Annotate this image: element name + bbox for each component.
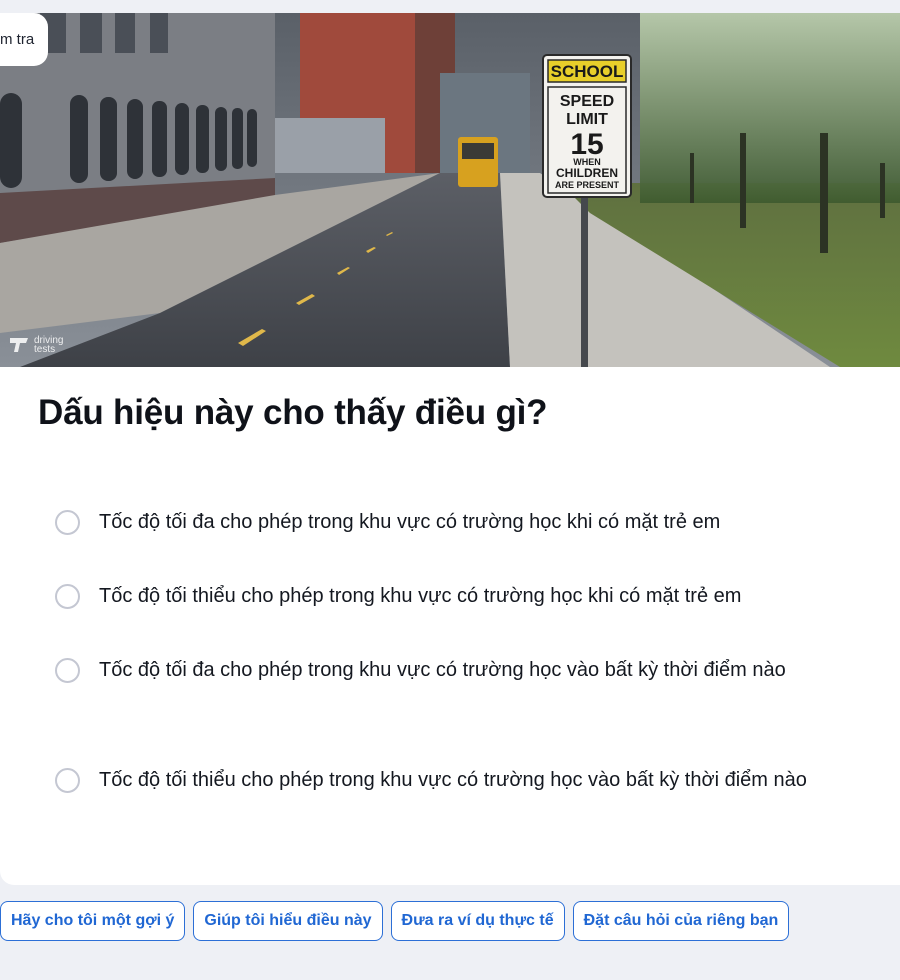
watermark-logo: driving tests xyxy=(8,335,63,355)
radio-button[interactable] xyxy=(55,509,80,535)
answer-option-1[interactable]: Tốc độ tối đa cho phép trong khu vực có … xyxy=(55,504,835,540)
sign-speed-text: SPEED xyxy=(560,93,614,110)
answer-option-label: Tốc độ tối đa cho phép trong khu vực có … xyxy=(99,659,786,681)
assistant-actions: Hãy cho tôi một gợi ý Giúp tôi hiểu điều… xyxy=(0,901,790,941)
sign-children-text: CHILDREN xyxy=(556,166,618,180)
explain-button[interactable]: Giúp tôi hiểu điều này xyxy=(193,901,383,941)
answer-option-4[interactable]: Tốc độ tối thiểu cho phép trong khu vực … xyxy=(55,762,835,798)
answer-option-label: Tốc độ tối đa cho phép trong khu vực có … xyxy=(99,511,721,533)
real-example-button[interactable]: Đưa ra ví dụ thực tế xyxy=(390,901,565,941)
watermark-line2: tests xyxy=(34,344,56,355)
quiz-badge: m tra xyxy=(0,13,49,66)
question-card: SCHOOL SPEED LIMIT 15 WHEN CHILDREN ARE … xyxy=(0,13,900,885)
answer-option-label: Tốc độ tối thiểu cho phép trong khu vực … xyxy=(99,585,742,607)
sign-school-text: SCHOOL xyxy=(551,62,624,81)
sign-limit-text: LIMIT xyxy=(566,111,608,128)
question-title: Dấu hiệu này cho thấy điều gì? xyxy=(38,393,548,432)
street-scene-illustration: SCHOOL SPEED LIMIT 15 WHEN CHILDREN ARE … xyxy=(0,13,900,367)
quiz-badge-label: m tra xyxy=(0,31,35,48)
sign-present-text: ARE PRESENT xyxy=(555,180,620,190)
answer-option-2[interactable]: Tốc độ tối thiểu cho phép trong khu vực … xyxy=(55,578,835,614)
driving-tests-logo-icon xyxy=(10,338,28,352)
ask-question-button[interactable]: Đặt câu hỏi của riêng bạn xyxy=(572,901,790,941)
radio-button[interactable] xyxy=(55,657,80,683)
question-image: SCHOOL SPEED LIMIT 15 WHEN CHILDREN ARE … xyxy=(0,13,900,367)
radio-button[interactable] xyxy=(55,583,80,609)
answer-option-3[interactable]: Tốc độ tối đa cho phép trong khu vực có … xyxy=(55,652,835,688)
answer-option-label: Tốc độ tối thiểu cho phép trong khu vực … xyxy=(99,769,807,791)
hint-button[interactable]: Hãy cho tôi một gợi ý xyxy=(0,901,186,941)
radio-button[interactable] xyxy=(55,767,80,793)
